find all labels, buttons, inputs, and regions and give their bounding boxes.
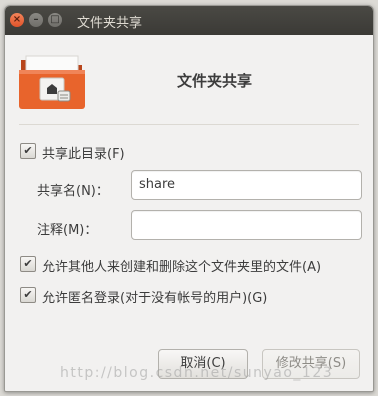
title-bar: × – □ 文件夹共享 — [5, 6, 373, 35]
allow-modify-label[interactable]: 允许其他人来创建和删除这个文件夹里的文件(A) — [42, 256, 321, 275]
close-window-icon[interactable]: × — [10, 13, 24, 27]
maximize-window-icon[interactable]: □ — [48, 13, 62, 27]
guest-access-checkbox[interactable]: ✔ — [20, 287, 36, 303]
comment-label: 注释(M)： — [37, 223, 98, 238]
header-separator — [19, 124, 359, 125]
share-name-field[interactable]: share — [131, 170, 362, 200]
share-folder-label[interactable]: 共享此目录(F) — [42, 143, 125, 162]
watermark-text: http://blog.csdn.net/sunyao_123 — [60, 365, 334, 381]
folder-share-dialog: × – □ 文件夹共享 文件夹共享 ✔ 共享此目录(F) 共享名(N)： sha… — [4, 5, 374, 392]
window-title: 文件夹共享 — [77, 16, 143, 31]
share-name-label: 共享名(N)： — [37, 184, 109, 199]
dialog-heading: 文件夹共享 — [177, 72, 253, 90]
share-folder-checkbox[interactable]: ✔ — [20, 143, 36, 159]
minimize-window-icon[interactable]: – — [29, 13, 43, 27]
guest-access-label[interactable]: 允许匿名登录(对于没有帐号的用户)(G) — [42, 287, 267, 306]
comment-field[interactable] — [131, 210, 362, 240]
shared-folder-icon — [19, 55, 85, 109]
allow-modify-checkbox[interactable]: ✔ — [20, 256, 36, 272]
